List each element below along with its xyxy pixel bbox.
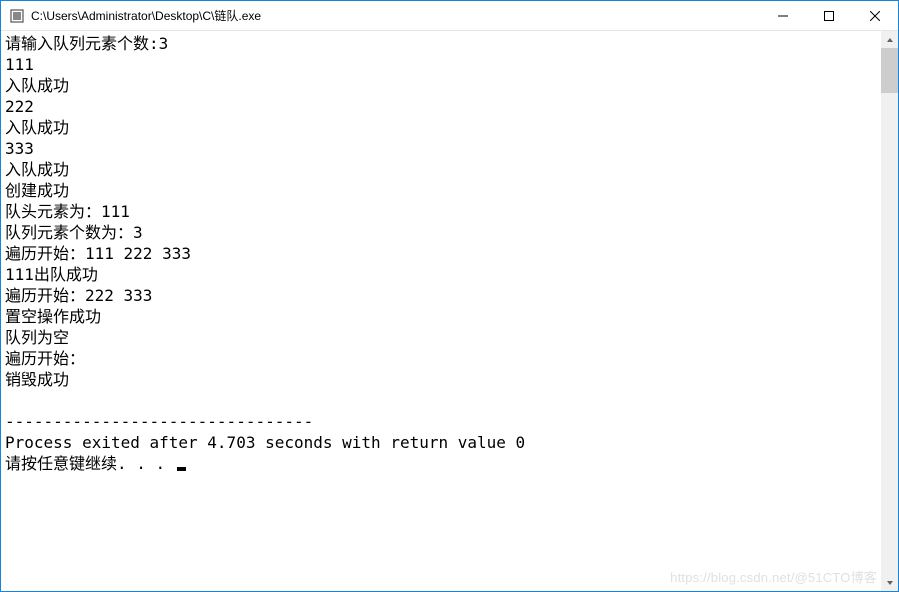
console-line: 入队成功 xyxy=(5,159,877,180)
cursor-icon xyxy=(177,467,186,471)
vertical-scrollbar[interactable] xyxy=(881,31,898,591)
console-line: 入队成功 xyxy=(5,117,877,138)
scroll-thumb[interactable] xyxy=(881,48,898,93)
console-line: 333 xyxy=(5,138,877,159)
console-line: 队列元素个数为：3 xyxy=(5,222,877,243)
console-line: 遍历开始：111 222 333 xyxy=(5,243,877,264)
console-line: 请输入队列元素个数:3 xyxy=(5,33,877,54)
console-line: 111出队成功 xyxy=(5,264,877,285)
maximize-button[interactable] xyxy=(806,1,852,30)
close-button[interactable] xyxy=(852,1,898,30)
console-line xyxy=(5,390,877,411)
console-line: 入队成功 xyxy=(5,75,877,96)
titlebar: C:\Users\Administrator\Desktop\C\链队.exe xyxy=(1,1,898,31)
console-line: 遍历开始： xyxy=(5,348,877,369)
window-title: C:\Users\Administrator\Desktop\C\链队.exe xyxy=(31,7,261,24)
console-line: 销毁成功 xyxy=(5,369,877,390)
console-line: 队列为空 xyxy=(5,327,877,348)
console-line: 队头元素为：111 xyxy=(5,201,877,222)
content-area: 请输入队列元素个数:3111入队成功222入队成功333入队成功创建成功队头元素… xyxy=(1,31,898,591)
console-window: C:\Users\Administrator\Desktop\C\链队.exe … xyxy=(0,0,899,592)
console-line: 置空操作成功 xyxy=(5,306,877,327)
titlebar-controls xyxy=(760,1,898,30)
scroll-down-button[interactable] xyxy=(881,574,898,591)
app-icon xyxy=(9,8,25,24)
console-output[interactable]: 请输入队列元素个数:3111入队成功222入队成功333入队成功创建成功队头元素… xyxy=(1,31,881,591)
titlebar-left: C:\Users\Administrator\Desktop\C\链队.exe xyxy=(1,7,261,24)
scroll-track[interactable] xyxy=(881,48,898,574)
console-line: 创建成功 xyxy=(5,180,877,201)
console-prompt: 请按任意键继续. . . xyxy=(5,453,877,474)
console-line: Process exited after 4.703 seconds with … xyxy=(5,432,877,453)
console-line: -------------------------------- xyxy=(5,411,877,432)
console-line: 遍历开始：222 333 xyxy=(5,285,877,306)
console-line: 111 xyxy=(5,54,877,75)
minimize-button[interactable] xyxy=(760,1,806,30)
scroll-up-button[interactable] xyxy=(881,31,898,48)
console-line: 222 xyxy=(5,96,877,117)
